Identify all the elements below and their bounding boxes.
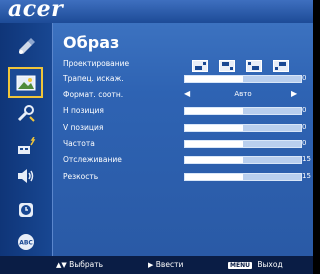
sharpness-slider-fill (185, 174, 243, 180)
management-icon (17, 137, 35, 154)
sidebar-item-language[interactable]: ABC (12, 231, 39, 253)
timer-icon (18, 203, 33, 217)
tracking-label: Отслеживание (63, 155, 122, 164)
osd-menu: acer ABC Образ Проектирование Трапец. ис… (0, 0, 313, 274)
h-position-slider[interactable] (184, 107, 302, 115)
front-desktop-icon[interactable] (192, 57, 208, 72)
keystone-slider[interactable] (184, 75, 302, 83)
color-management-icon (18, 38, 35, 54)
v-position-slider[interactable] (184, 124, 302, 132)
v-position-slider-fill (185, 125, 243, 131)
keystone-slider-fill (185, 76, 243, 82)
language-abc-icon: ABC (17, 234, 34, 250)
sharpness-value: 15 (302, 172, 311, 180)
image-icon (16, 75, 35, 90)
hint-select-label: Выбрать (69, 260, 104, 269)
aspect-ratio-value: Авто (234, 90, 252, 98)
tracking-slider[interactable] (184, 156, 302, 164)
rear-desktop-icon[interactable] (246, 57, 262, 72)
sidebar-item-image[interactable] (8, 67, 43, 98)
setup-wrench-icon (17, 105, 35, 122)
sidebar-item-management[interactable] (12, 135, 39, 157)
keystone-value: 0 (302, 74, 307, 82)
aspect-ratio-left-arrow[interactable]: ◀ (184, 89, 190, 98)
hint-enter: ▶ Ввести (148, 260, 183, 269)
v-position-label: V позиция (63, 123, 104, 132)
sidebar-item-audio[interactable] (12, 165, 39, 187)
sidebar-item-timer[interactable] (12, 199, 39, 221)
front-ceiling-icon[interactable] (219, 57, 235, 72)
footer-hints: ▲▼ Выбрать ▶ Ввести MENU Выход (0, 256, 313, 274)
aspect-ratio-label: Формат. соотн. (63, 90, 124, 99)
v-position-value: 0 (302, 123, 307, 131)
h-position-value: 0 (302, 106, 307, 114)
h-position-label: Н позиция (63, 106, 104, 115)
sidebar-item-setup[interactable] (12, 103, 39, 125)
logo-bar: acer (0, 0, 313, 23)
play-arrow-icon: ▶ (148, 261, 154, 269)
hint-select: ▲▼ Выбрать (56, 260, 103, 269)
menu-key-badge: MENU (228, 262, 252, 269)
frequency-value: 0 (302, 139, 307, 147)
hint-enter-label: Ввести (155, 260, 184, 269)
svg-text:ABC: ABC (19, 240, 33, 247)
page-title: Образ (63, 33, 120, 52)
audio-speaker-icon (17, 169, 33, 183)
sidebar-item-color-management[interactable] (12, 35, 39, 57)
image-settings-panel: Образ Проектирование Трапец. искаж. 0 Фо… (53, 23, 313, 256)
h-position-slider-fill (185, 108, 243, 114)
sidebar: ABC (0, 23, 53, 256)
sharpness-label: Резкость (63, 172, 99, 181)
hint-exit-label: Выход (257, 260, 283, 269)
tracking-value: 15 (302, 155, 311, 163)
frequency-slider[interactable] (184, 140, 302, 148)
frequency-label: Частота (63, 139, 95, 148)
frequency-slider-fill (185, 141, 243, 147)
projection-label: Проектирование (63, 59, 130, 68)
keystone-label: Трапец. искаж. (63, 74, 124, 83)
acer-logo: acer (8, 0, 64, 22)
up-down-arrows-icon: ▲▼ (56, 261, 67, 269)
hint-exit: MENU Выход (228, 260, 283, 269)
tracking-slider-fill (185, 157, 243, 163)
sharpness-slider[interactable] (184, 173, 302, 181)
rear-ceiling-icon[interactable] (273, 57, 289, 72)
aspect-ratio-right-arrow[interactable]: ▶ (291, 89, 297, 98)
